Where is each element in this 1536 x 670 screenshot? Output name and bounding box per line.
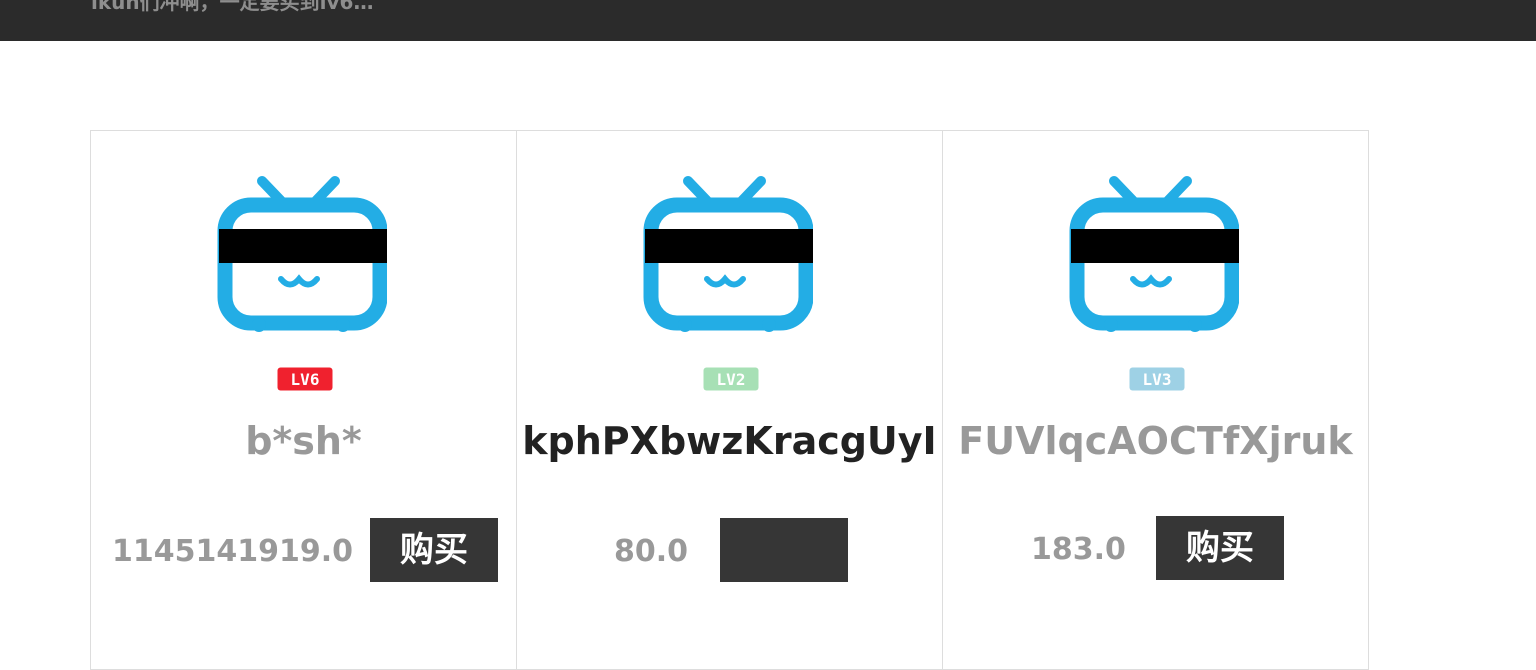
username: FUVlqcAOCTfXjruk [958, 419, 1353, 463]
buy-button[interactable] [720, 518, 848, 582]
price: 80.0 [614, 534, 689, 569]
svg-text:LV6: LV6 [291, 370, 320, 389]
censor-bar [219, 229, 387, 263]
buy-button[interactable]: 购买 [1156, 516, 1284, 580]
user-card: LV3 FUVlqcAOCTfXjruk 183.0 购买 [942, 130, 1369, 670]
user-card: LV2 kphPXbwzKracgUyI 80.0 [516, 130, 943, 670]
level-badge-icon: LV2 [703, 367, 759, 391]
censor-bar [1071, 229, 1239, 263]
buy-button[interactable]: 购买 [370, 518, 498, 582]
svg-text:LV3: LV3 [1143, 370, 1172, 389]
price: 183.0 [1031, 532, 1126, 567]
censor-bar [645, 229, 813, 263]
price: 1145141919.0 [112, 534, 354, 569]
tv-avatar-icon [1069, 176, 1239, 332]
username: b*sh* [245, 419, 362, 463]
user-card-grid: LV6 b*sh* 1145141919.0 购买 LV2 kphPXbwzKr… [90, 130, 1369, 670]
username: kphPXbwzKracgUyI [522, 419, 937, 463]
header-text: ikun们冲啊，一定要买到lv6… [91, 0, 374, 14]
user-card: LV6 b*sh* 1145141919.0 购买 [90, 130, 517, 670]
svg-text:LV2: LV2 [717, 370, 746, 389]
top-navigation-bar: ikun们冲啊，一定要买到lv6… [0, 0, 1536, 41]
tv-avatar-icon [217, 176, 387, 332]
level-badge-icon: LV6 [277, 367, 333, 391]
level-badge-icon: LV3 [1129, 367, 1185, 391]
tv-avatar-icon [643, 176, 813, 332]
